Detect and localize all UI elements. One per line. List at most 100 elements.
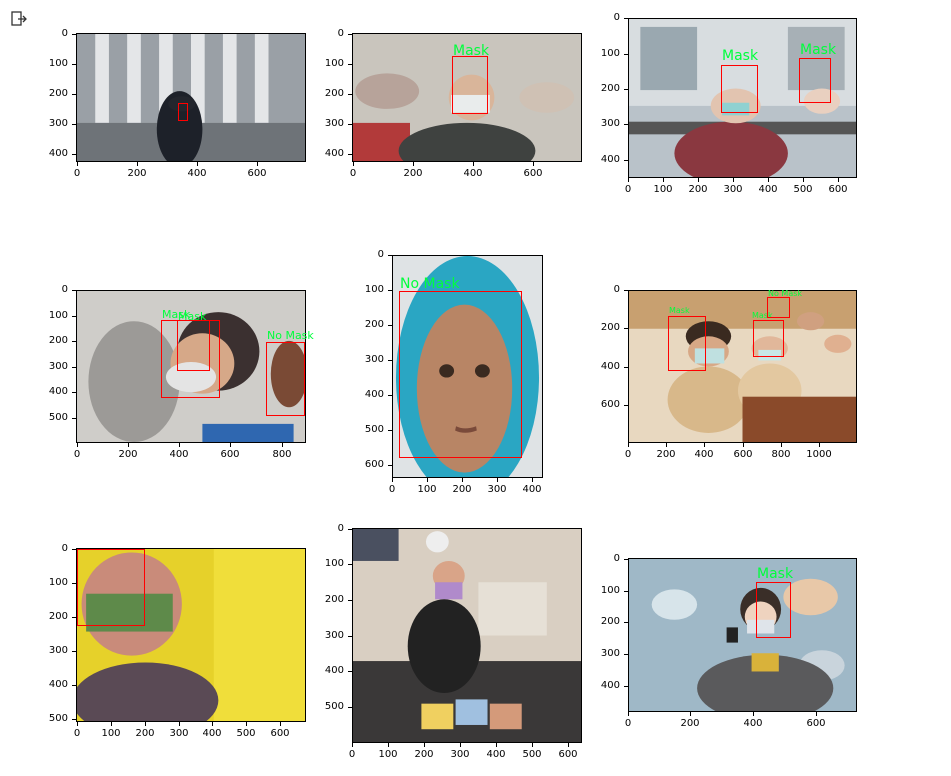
x-tick-mark [753,712,754,716]
y-tick-mark [348,94,352,95]
x-tick-label: 600 [220,449,240,460]
y-tick-label: 200 [48,335,68,346]
x-tick-label: 0 [73,168,81,179]
y-tick-label: 200 [48,611,68,622]
x-tick-label: 0 [624,449,632,460]
detection-box [721,65,758,113]
y-tick-label: 200 [324,594,344,605]
x-tick-mark [388,743,389,747]
detection-box [399,291,522,458]
y-tick-label: 400 [600,361,620,372]
x-tick-label: 1000 [806,449,832,460]
y-tick-mark [348,64,352,65]
y-tick-label: 400 [48,386,68,397]
y-tick-mark [624,89,628,90]
y-tick-mark [388,255,392,256]
x-tick-mark [628,443,629,447]
subplot-image [352,528,582,743]
x-tick-label: 0 [624,184,632,195]
x-tick-label: 0 [73,449,81,460]
y-tick-mark [624,405,628,406]
y-tick-label: 0 [61,28,68,39]
y-tick-mark [72,418,76,419]
y-tick-mark [624,18,628,19]
x-tick-mark [462,478,463,482]
x-tick-mark [698,178,699,182]
y-tick-label: 0 [613,284,620,295]
y-tick-label: 600 [600,399,620,410]
x-tick-label: 100 [378,749,398,760]
x-tick-mark [533,162,534,166]
y-tick-label: 400 [600,154,620,165]
y-tick-label: 0 [61,543,68,554]
y-tick-mark [624,124,628,125]
x-tick-mark [663,178,664,182]
y-tick-mark [348,529,352,530]
y-tick-label: 500 [48,713,68,724]
x-tick-label: 600 [247,168,267,179]
x-tick-mark [197,162,198,166]
detection-label: No Mask [768,289,803,298]
y-tick-mark [72,290,76,291]
x-tick-mark [666,443,667,447]
x-tick-mark [111,722,112,726]
y-tick-label: 200 [600,83,620,94]
y-tick-mark [72,34,76,35]
x-tick-mark [568,743,569,747]
y-tick-label: 500 [364,424,384,435]
photo-phone [629,559,856,711]
x-tick-label: 600 [828,184,848,195]
subplot-image [628,290,857,443]
y-tick-label: 400 [364,389,384,400]
y-tick-label: 0 [337,523,344,534]
y-tick-mark [72,124,76,125]
x-tick-label: 300 [723,184,743,195]
expand-output-icon[interactable] [10,10,28,28]
x-tick-mark [497,478,498,482]
detection-box [177,320,210,371]
detection-label: Mask [800,42,837,58]
detection-label: No Mask [267,329,314,342]
x-tick-mark [816,712,817,716]
x-tick-label: 400 [758,184,778,195]
x-tick-label: 400 [187,168,207,179]
x-tick-label: 0 [349,168,357,179]
y-tick-mark [388,360,392,361]
x-tick-label: 100 [653,184,673,195]
y-tick-label: 0 [377,249,384,260]
x-tick-label: 0 [624,718,632,729]
y-tick-mark [72,341,76,342]
x-tick-mark [427,478,428,482]
x-tick-mark [704,443,705,447]
x-tick-mark [212,722,213,726]
y-tick-mark [348,636,352,637]
y-tick-label: 600 [364,459,384,470]
y-tick-mark [624,654,628,655]
x-tick-mark [282,443,283,447]
x-tick-mark [803,178,804,182]
y-tick-mark [624,290,628,291]
y-tick-mark [388,290,392,291]
x-tick-mark [532,478,533,482]
x-tick-label: 300 [450,749,470,760]
x-tick-mark [280,722,281,726]
subplot-image [76,33,306,162]
y-tick-mark [72,154,76,155]
x-tick-label: 600 [558,749,578,760]
x-tick-label: 600 [523,168,543,179]
x-tick-label: 600 [733,449,753,460]
x-tick-mark [424,743,425,747]
x-tick-label: 400 [169,449,189,460]
x-tick-label: 500 [793,184,813,195]
y-tick-label: 400 [48,679,68,690]
x-tick-mark [257,162,258,166]
y-tick-label: 0 [337,28,344,39]
y-tick-label: 300 [48,645,68,656]
y-tick-mark [72,719,76,720]
detection-box [266,342,305,416]
x-tick-label: 800 [272,449,292,460]
x-tick-mark [128,443,129,447]
x-tick-mark [179,722,180,726]
y-tick-label: 100 [48,58,68,69]
y-tick-mark [624,160,628,161]
